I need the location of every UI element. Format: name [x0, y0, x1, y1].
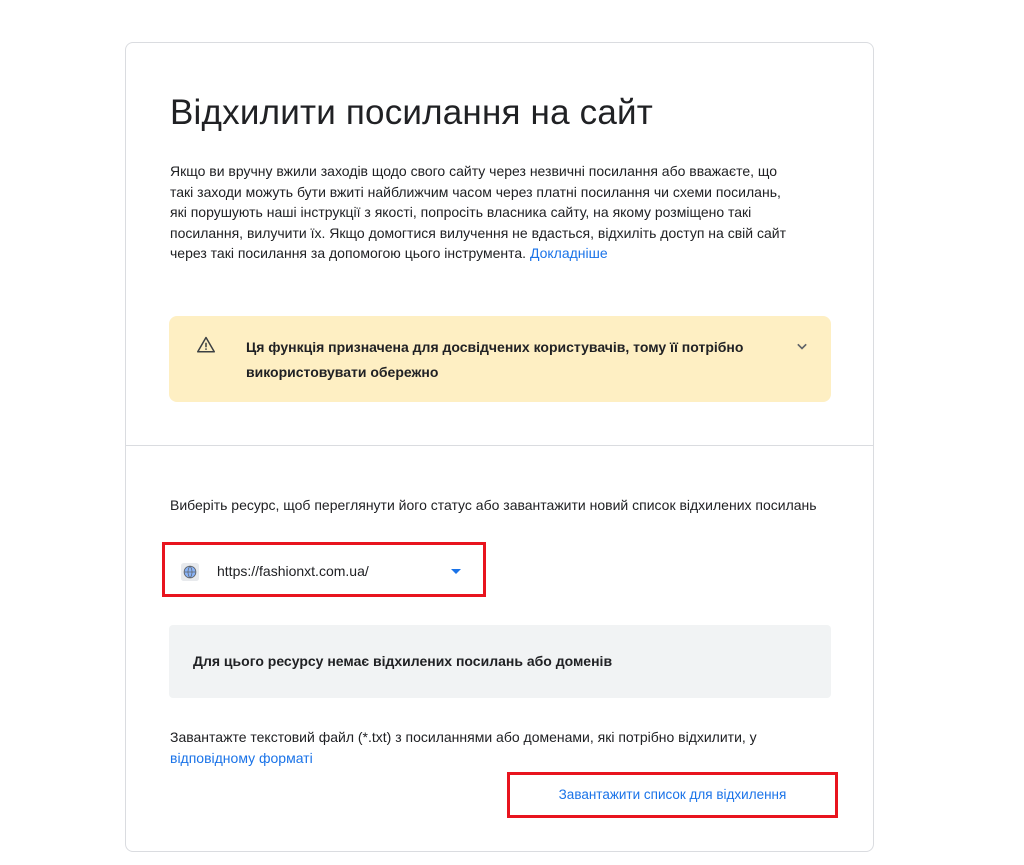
section-divider — [126, 445, 873, 446]
upload-description: Завантажте текстовий файл (*.txt) з поси… — [170, 727, 790, 768]
upload-disavow-list-button[interactable]: Завантажити список для відхилення — [511, 776, 834, 814]
upload-description-text: Завантажте текстовий файл (*.txt) з поси… — [170, 729, 757, 745]
property-select[interactable]: https://fashionxt.com.ua/ — [169, 550, 473, 593]
intro-text: Якщо ви вручну вжили заходів щодо свого … — [170, 163, 786, 261]
dropdown-arrow-icon — [451, 569, 461, 574]
warning-banner: Ця функція призначена для досвідчених ко… — [169, 316, 831, 402]
disavow-card: Відхилити посилання на сайт Якщо ви вруч… — [125, 42, 874, 852]
intro-paragraph: Якщо ви вручну вжили заходів щодо свого … — [170, 161, 790, 264]
property-select-value: https://fashionxt.com.ua/ — [217, 563, 369, 579]
globe-icon — [181, 563, 199, 581]
warning-triangle-icon — [197, 336, 215, 353]
page-title: Відхилити посилання на сайт — [170, 93, 654, 132]
chevron-down-icon[interactable] — [792, 336, 812, 356]
disavow-status-box: Для цього ресурсу немає відхилених посил… — [169, 625, 831, 698]
property-select-label: Виберіть ресурс, щоб переглянути його ст… — [170, 497, 817, 513]
warning-text: Ця функція призначена для досвідчених ко… — [246, 339, 744, 380]
learn-more-link[interactable]: Докладніше — [530, 245, 608, 261]
format-link[interactable]: відповідному форматі — [170, 750, 313, 766]
status-text: Для цього ресурсу немає відхилених посил… — [193, 653, 613, 669]
